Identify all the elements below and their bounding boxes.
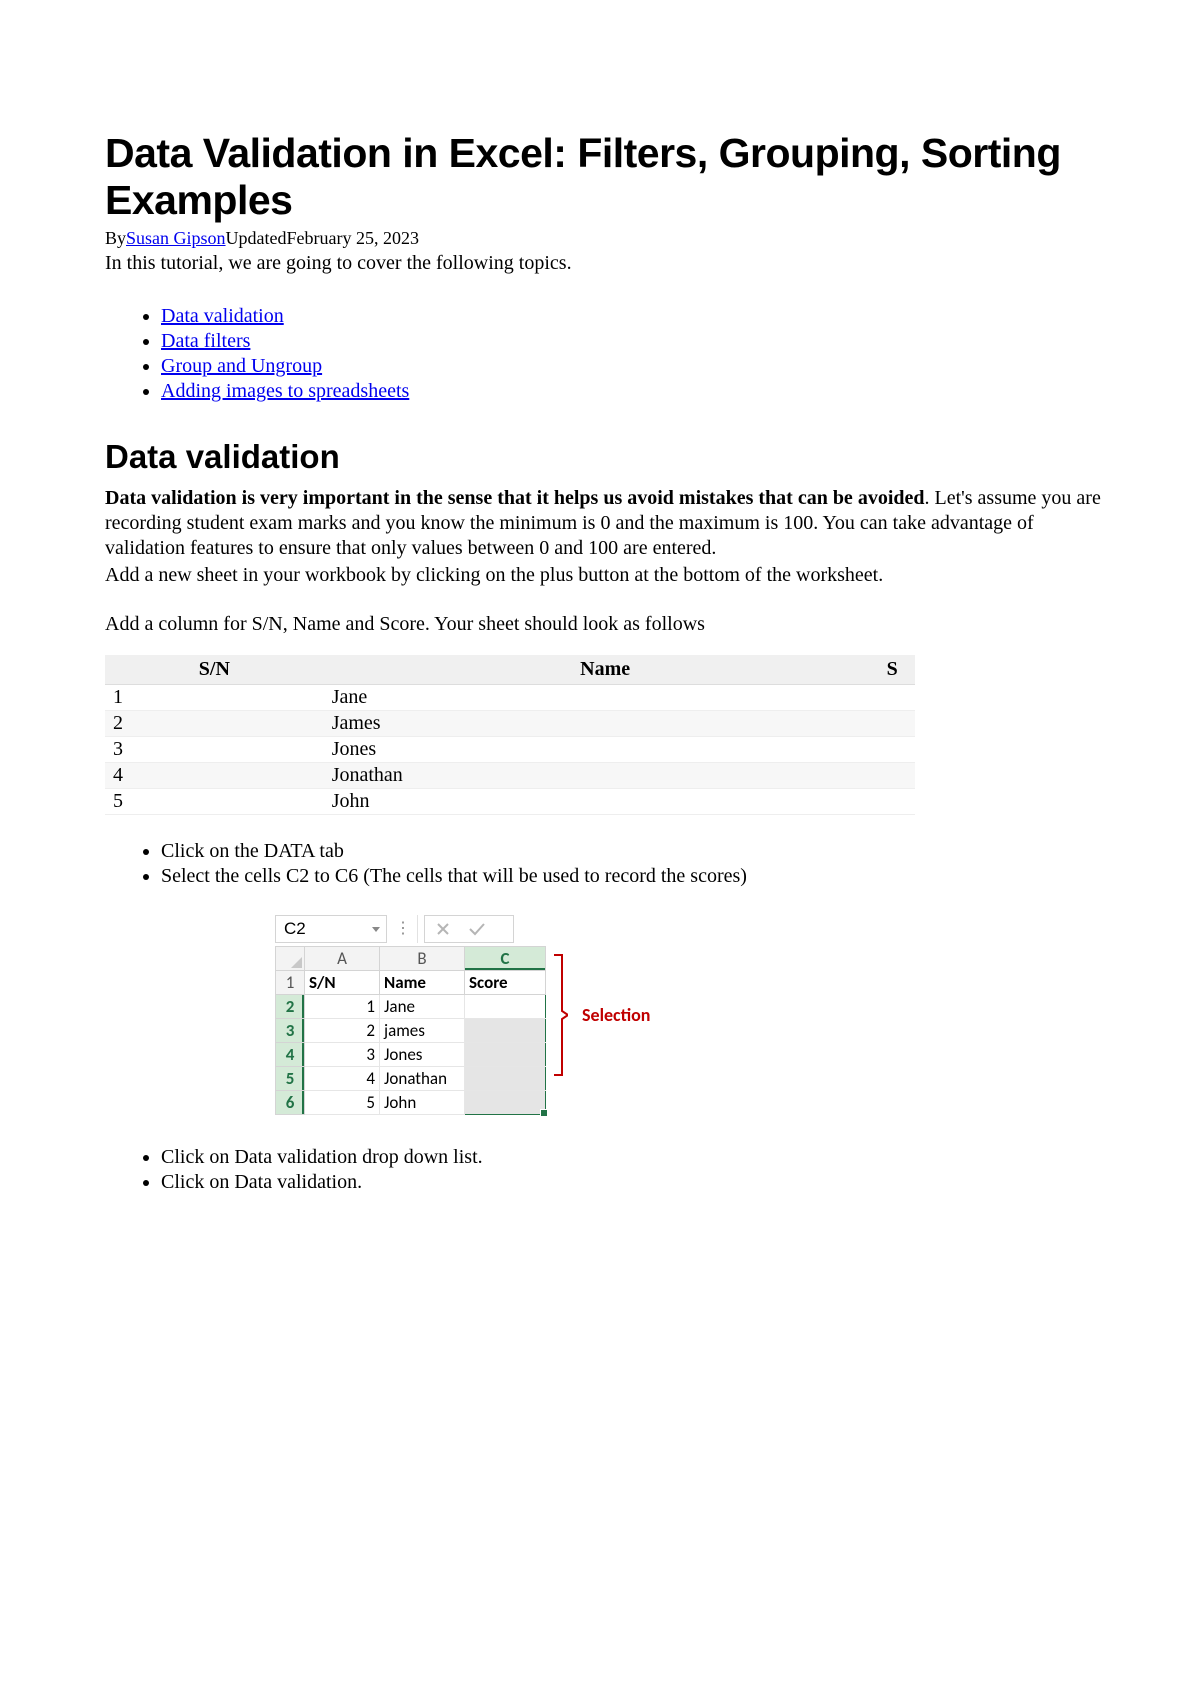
list-item: Select the cells C2 to C6 (The cells tha… [161,864,1110,889]
table-header-name: Name [324,655,887,685]
excel-cell[interactable]: 5 [305,1091,380,1115]
table-row: 5John [105,789,915,815]
paragraph-2: Add a new sheet in your workbook by clic… [105,563,1110,588]
excel-cell[interactable]: 1 [305,995,380,1019]
updated-label: Updated [226,228,287,248]
section-heading: Data validation [105,438,1110,476]
table-row: 3Jones [105,737,915,763]
list-item: Click on Data validation drop down list. [161,1145,1110,1170]
page-title: Data Validation in Excel: Filters, Group… [105,130,1110,224]
updated-date: February 25, 2023 [287,228,419,248]
list-item: Click on Data validation. [161,1170,1110,1195]
steps-list-1: Click on the DATA tab Select the cells C… [105,839,1110,889]
dropdown-icon [372,927,380,932]
row-header[interactable]: 6 [276,1091,305,1115]
selection-bracket-icon [552,951,568,1079]
steps-list-2: Click on Data validation drop down list.… [105,1145,1110,1195]
intro-text: In this tutorial, we are going to cover … [105,251,1110,276]
excel-cell[interactable]: Jones [380,1043,465,1067]
excel-cell[interactable]: John [380,1091,465,1115]
excel-cell[interactable]: james [380,1019,465,1043]
col-header-b[interactable]: B [380,947,465,971]
table-row: 2James [105,711,915,737]
excel-cell-selected[interactable] [465,1091,546,1115]
select-all-corner[interactable] [276,947,305,971]
para1-bold: Data validation is very important in the… [105,487,925,509]
cancel-icon[interactable] [431,917,455,941]
row-header[interactable]: 1 [276,971,305,995]
resize-handle-icon[interactable]: ⋮ [393,915,418,943]
excel-cell[interactable]: Jonathan [380,1067,465,1091]
table-of-contents: Data validation Data filters Group and U… [105,304,1110,404]
row-header[interactable]: 2 [276,995,305,1019]
excel-cell[interactable]: 4 [305,1067,380,1091]
excel-cell[interactable]: Score [465,971,546,995]
list-item: Click on the DATA tab [161,839,1110,864]
excel-cell[interactable]: 3 [305,1043,380,1067]
author-link[interactable]: Susan Gipson [126,228,226,248]
toc-link-filters[interactable]: Data filters [161,330,250,352]
selection-label: Selection [582,1004,650,1026]
paragraph-1: Data validation is very important in the… [105,486,1110,561]
excel-cell[interactable]: Name [380,971,465,995]
toc-link-images[interactable]: Adding images to spreadsheets [161,380,409,402]
excel-screenshot: C2 ⋮ A B C [275,915,650,1115]
name-box-value: C2 [284,919,306,939]
excel-cell[interactable]: S/N [305,971,380,995]
example-table: S/N Name S 1Jane 2James 3Jones 4Jonathan… [105,655,915,815]
table-header-score: S [887,655,915,685]
excel-cell[interactable]: Jane [380,995,465,1019]
table-header-sn: S/N [105,655,324,685]
confirm-icon[interactable] [465,917,489,941]
excel-cell-selected[interactable] [465,995,546,1019]
paragraph-3: Add a column for S/N, Name and Score. Yo… [105,612,1110,637]
excel-cell[interactable]: 2 [305,1019,380,1043]
excel-cell-selected[interactable] [465,1043,546,1067]
toc-link-validation[interactable]: Data validation [161,305,284,327]
col-header-c[interactable]: C [465,947,546,971]
formula-buttons [424,915,514,943]
byline-by: By [105,228,126,248]
row-header[interactable]: 5 [276,1067,305,1091]
excel-cell-selected[interactable] [465,1019,546,1043]
col-header-a[interactable]: A [305,947,380,971]
byline: BySusan GipsonUpdatedFebruary 25, 2023 [105,228,1110,249]
table-row: 1Jane [105,685,915,711]
table-row: 4Jonathan [105,763,915,789]
excel-name-box[interactable]: C2 [275,915,387,943]
row-header[interactable]: 3 [276,1019,305,1043]
row-header[interactable]: 4 [276,1043,305,1067]
excel-cell-selected[interactable] [465,1067,546,1091]
toc-link-group[interactable]: Group and Ungroup [161,355,322,377]
